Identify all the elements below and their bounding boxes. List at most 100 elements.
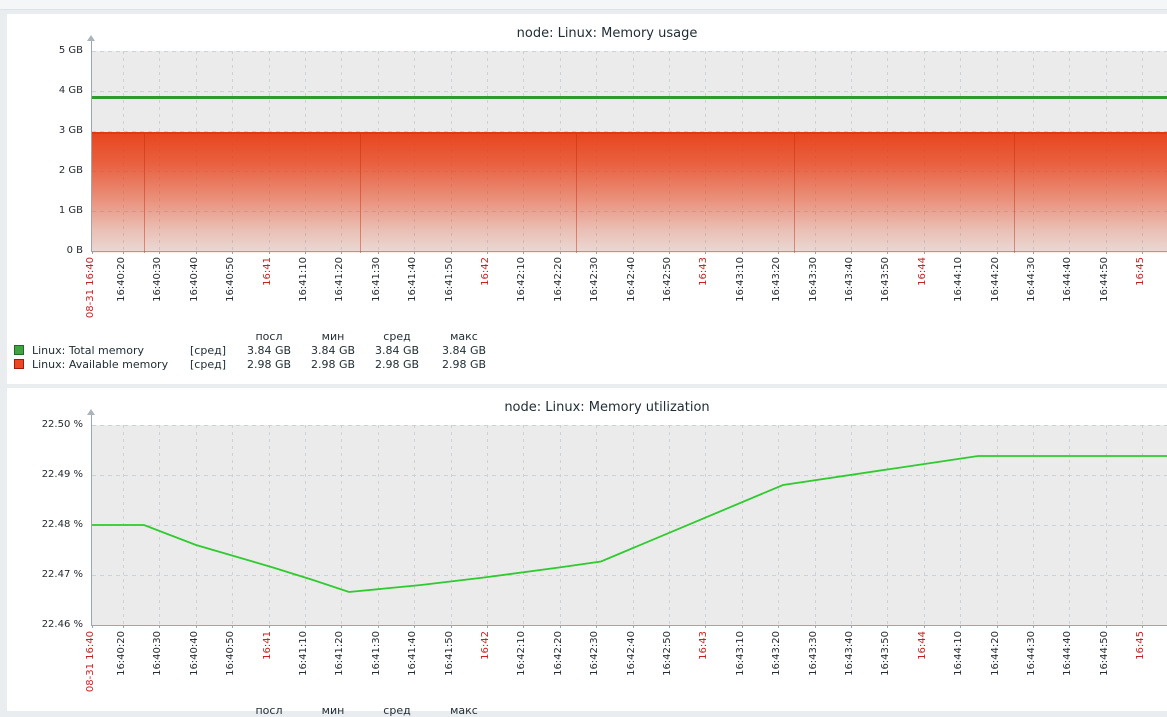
memory-usage-panel: node: Linux: Memory usage 5 GB4 GB3 GB2 … [7, 14, 1167, 384]
x-tick-label: 16:41:30 [371, 257, 383, 327]
x-tick-label: 16:41:10 [298, 257, 310, 327]
legend-value: 3.84 GB [429, 344, 499, 357]
x-axis-tick [523, 625, 524, 628]
y-tick-label: 0 B [7, 245, 83, 257]
x-axis-tick [1106, 625, 1107, 628]
x-axis-tick [669, 625, 670, 628]
x-tick-label: 16:42:10 [516, 631, 528, 701]
legend-row: Linux: Total memory[сред]3.84 GB3.84 GB3… [7, 344, 567, 358]
h-gridline [92, 51, 1167, 52]
legend-aggregation: [сред] [190, 358, 234, 371]
x-tick-label: 16:40:20 [116, 631, 128, 701]
x-tick-label: 16:43:40 [844, 257, 856, 327]
x-tick-label: 16:42 [480, 257, 492, 327]
x-tick-label: 16:43:10 [735, 631, 747, 701]
x-tick-label: 16:43 [698, 257, 710, 327]
legend-series-label: Linux: Total memory [32, 344, 190, 357]
area-value-change-mark [144, 134, 145, 253]
x-tick-label: 16:44:50 [1099, 631, 1111, 701]
x-axis-tick [487, 625, 488, 628]
x-tick-label: 16:44:20 [990, 631, 1002, 701]
legend-value: 3.84 GB [362, 344, 432, 357]
y-tick-label: 22.46 % [7, 619, 83, 631]
x-axis-tick [1142, 625, 1143, 628]
y-axis-line [91, 41, 92, 51]
y-axis-line [91, 415, 92, 425]
x-axis-tick [560, 625, 561, 628]
series-total-memory-line [92, 96, 1167, 99]
x-tick-label: 16:40:30 [152, 631, 164, 701]
x-axis-tick [378, 625, 379, 628]
x-tick-label: 16:45 [1135, 257, 1147, 327]
x-tick-label: 16:43:10 [735, 257, 747, 327]
x-tick-label: 16:44:20 [990, 257, 1002, 327]
x-axis-tick [997, 625, 998, 628]
x-tick-label: 16:42:30 [589, 257, 601, 327]
x-tick-label: 16:41 [262, 257, 274, 327]
x-axis-tick [269, 625, 270, 628]
x-tick-label: 16:44 [917, 631, 929, 701]
x-tick-label: 16:41:50 [444, 257, 456, 327]
x-tick-label: 16:42:10 [516, 257, 528, 327]
x-tick-label: 16:40:40 [189, 631, 201, 701]
x-tick-label: 16:40:50 [225, 257, 237, 327]
area-value-change-mark [794, 134, 795, 253]
x-tick-label: 16:43:50 [880, 257, 892, 327]
x-tick-label: 16:44:10 [953, 631, 965, 701]
x-tick-label: 16:41:40 [407, 257, 419, 327]
x-tick-label: 16:43:40 [844, 631, 856, 701]
x-tick-label: 16:44 [917, 257, 929, 327]
x-tick-label: 16:41:10 [298, 631, 310, 701]
x-axis-tick [1033, 625, 1034, 628]
y-tick-label: 22.47 % [7, 569, 83, 581]
x-tick-label: 08-31 16:40 [85, 257, 97, 327]
memory-usage-graph-canvas[interactable] [91, 51, 1167, 252]
x-axis-tick [196, 625, 197, 628]
memory-utilization-graph-canvas[interactable] [91, 425, 1167, 626]
series-utilization-line [92, 425, 1167, 625]
x-tick-label: 16:44:30 [1026, 631, 1038, 701]
x-tick-label: 16:42 [480, 631, 492, 701]
x-axis-tick [960, 625, 961, 628]
x-tick-label: 16:44:40 [1062, 257, 1074, 327]
x-tick-label: 16:42:40 [626, 631, 638, 701]
x-tick-label: 16:41:40 [407, 631, 419, 701]
x-tick-label: 16:43 [698, 631, 710, 701]
legend-value: 2.98 GB [298, 358, 368, 371]
x-axis-tick [305, 625, 306, 628]
x-tick-label: 16:44:50 [1099, 257, 1111, 327]
legend-value: 3.84 GB [234, 344, 304, 357]
x-tick-label: 16:42:40 [626, 257, 638, 327]
legend-header: мин [298, 330, 368, 343]
x-tick-label: 16:45 [1135, 631, 1147, 701]
x-tick-label: 16:43:30 [808, 631, 820, 701]
chart-title-memory-utilization: node: Linux: Memory utilization [7, 400, 1167, 415]
memory-utilization-panel: node: Linux: Memory utilization 22.50 %2… [7, 388, 1167, 711]
x-tick-label: 16:41:20 [334, 631, 346, 701]
x-tick-label: 16:44:10 [953, 257, 965, 327]
legend-value: 3.84 GB [298, 344, 368, 357]
x-tick-label: 16:43:20 [771, 631, 783, 701]
x-tick-label: 16:42:50 [662, 631, 674, 701]
y-tick-label: 1 GB [7, 205, 83, 217]
x-axis-tick [924, 625, 925, 628]
x-tick-label: 16:41:20 [334, 257, 346, 327]
x-tick-label: 16:40:30 [152, 257, 164, 327]
y-tick-label: 22.49 % [7, 469, 83, 481]
zabbix-graphs-page: { "ui": { "colors": { "page_bg": "#e9edf… [0, 0, 1167, 711]
x-tick-label: 16:42:20 [553, 257, 565, 327]
x-tick-label: 16:43:50 [880, 631, 892, 701]
x-axis-tick [414, 625, 415, 628]
y-tick-label: 22.48 % [7, 519, 83, 531]
legend-swatch [14, 359, 24, 369]
legend-header: макс [429, 330, 499, 343]
x-tick-label: 16:42:20 [553, 631, 565, 701]
h-gridline [92, 91, 1167, 92]
x-axis-tick [887, 625, 888, 628]
x-tick-label: 16:41:30 [371, 631, 383, 701]
y-tick-label: 2 GB [7, 165, 83, 177]
x-tick-label: 16:43:20 [771, 257, 783, 327]
x-axis-tick [851, 625, 852, 628]
x-tick-label: 16:41:50 [444, 631, 456, 701]
y-tick-label: 3 GB [7, 125, 83, 137]
